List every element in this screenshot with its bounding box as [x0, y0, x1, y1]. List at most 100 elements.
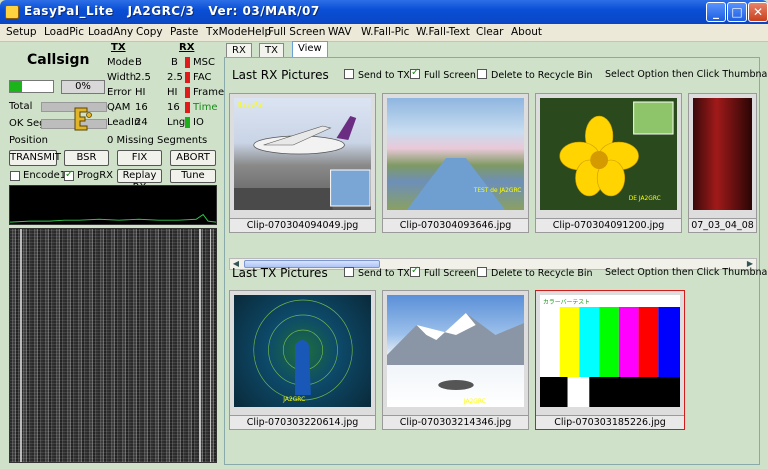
svg-text:TEST de JA2GRC: TEST de JA2GRC: [473, 187, 522, 194]
flower-thumbnail-image: DE JA2GRC: [540, 98, 677, 210]
rx-header: RX: [179, 42, 195, 53]
menu-txmodehelp[interactable]: TxModeHelp: [206, 26, 271, 38]
tx-thumbnail-selected[interactable]: カラーバーテスト Clip-070303185226.jpg: [535, 290, 685, 430]
tx-delete-checkbox[interactable]: [477, 267, 487, 277]
rx-thumbnail[interactable]: 07_03_04_08: [688, 93, 757, 233]
menu-full-screen[interactable]: Full Screen: [268, 26, 325, 38]
rx-send-to-tx-checkbox[interactable]: [344, 69, 354, 79]
left-panel: Callsign 0% Total OK Segs Position 0 Mis…: [4, 42, 225, 466]
maximize-button[interactable]: □: [727, 2, 747, 22]
row-tx-value: B: [135, 57, 142, 68]
svg-text:JA2GRC: JA2GRC: [282, 396, 305, 403]
bsr-button[interactable]: BSR: [64, 150, 109, 166]
tx-send-to-tx-option[interactable]: Send to TX: [344, 267, 410, 279]
row-status: Time: [193, 102, 218, 113]
rx-full-screen-checkbox[interactable]: [410, 67, 420, 79]
row-status: Frame: [193, 87, 225, 98]
mountain-icon: JA2GRC: [387, 313, 524, 405]
menu-about[interactable]: About: [511, 26, 542, 38]
tx-full-screen-checkbox[interactable]: [410, 265, 420, 277]
option-label: Delete to Recycle Bin: [491, 70, 593, 81]
peacock-icon: JA2GRC: [253, 299, 353, 403]
menu-loadpic[interactable]: LoadPic: [44, 26, 84, 38]
thumbnail-caption: 07_03_04_08: [689, 218, 756, 232]
waterfall-marker: [20, 229, 22, 462]
fix-button[interactable]: FIX: [117, 150, 162, 166]
mountain-thumbnail-image: JA2GRC: [387, 295, 524, 407]
thumbnail-caption: Clip-070304094049.jpg: [230, 218, 375, 232]
rx-delete-checkbox[interactable]: [477, 69, 487, 79]
minimize-button[interactable]: _: [706, 2, 726, 22]
io-indicator: [185, 117, 190, 128]
menu-wfall-text[interactable]: W.Fall-Text: [416, 26, 470, 38]
option-label: Full Screen: [424, 268, 476, 279]
option-label: Send to TX: [358, 70, 410, 81]
app-icon: [5, 5, 19, 19]
menu-wav[interactable]: WAV: [328, 26, 352, 38]
easypal-logo-icon: [74, 107, 92, 131]
minimize-icon: _: [713, 5, 719, 19]
rx-thumbnail[interactable]: TEST de JA2GRC Clip-070304093646.jpg: [382, 93, 529, 233]
row-name: QAM: [107, 102, 131, 113]
tab-tx[interactable]: TX: [259, 43, 284, 58]
tx-section-title: Last TX Pictures: [232, 266, 328, 280]
partial-thumbnail-image: [693, 98, 752, 210]
rx-full-screen-option[interactable]: Full Screen: [410, 67, 476, 81]
thumbnail-caption: Clip-070303214346.jpg: [383, 415, 528, 429]
row-rx-value: 2.5: [167, 72, 183, 83]
svg-text:カラーバーテスト: カラーバーテスト: [543, 299, 590, 306]
tx-header: TX: [111, 42, 126, 53]
thumbnail-caption: Clip-070304093646.jpg: [383, 218, 528, 232]
rx-thumbnail[interactable]: DE JA2GRC Clip-070304091200.jpg: [535, 93, 682, 233]
menu-paste[interactable]: Paste: [170, 26, 198, 38]
rx-send-to-tx-option[interactable]: Send to TX: [344, 69, 410, 81]
option-label: Delete to Recycle Bin: [491, 268, 593, 279]
progrx-checkbox[interactable]: [64, 169, 74, 181]
tab-rx[interactable]: RX: [226, 43, 252, 58]
rx-section-title: Last RX Pictures: [232, 68, 329, 82]
tune-button[interactable]: Tune: [170, 169, 216, 183]
tab-view[interactable]: View: [292, 41, 328, 58]
encode-checkbox[interactable]: [10, 171, 20, 181]
maximize-icon: □: [731, 5, 743, 19]
transmit-button[interactable]: TRANSMIT: [9, 150, 61, 166]
row-status: FAC: [193, 72, 212, 83]
row-rx-value: Lng: [167, 117, 186, 128]
svg-text:JA2GRC: JA2GRC: [463, 398, 486, 405]
rx-thumbnail[interactable]: EasyPal Clip-070304094049.jpg: [229, 93, 376, 233]
menu-loadany[interactable]: LoadAny: [88, 26, 133, 38]
tx-thumbnail[interactable]: JA2GRC Clip-070303220614.jpg: [229, 290, 376, 430]
view-pane: Last RX Pictures Send to TX Full Screen …: [224, 57, 768, 465]
abort-button[interactable]: ABORT: [170, 150, 216, 166]
row-tx-value: 2.5: [135, 72, 151, 83]
svg-text:EasyPal: EasyPal: [238, 101, 264, 109]
river-thumbnail-image: TEST de JA2GRC: [387, 98, 524, 210]
spectrum-display: [9, 185, 217, 225]
total-label: Total: [9, 101, 33, 112]
progress-bar: [9, 80, 54, 93]
menu-bar: Setup LoadPic LoadAny Copy Paste TxModeH…: [0, 24, 768, 42]
thumbnail-caption: Clip-070303220614.jpg: [230, 415, 375, 429]
row-rx-value: 16: [167, 102, 180, 113]
menu-setup[interactable]: Setup: [6, 26, 37, 38]
option-label: Send to TX: [358, 268, 410, 279]
color-bars-thumbnail-image: カラーバーテスト: [540, 295, 680, 407]
row-tx-value: 16: [135, 102, 148, 113]
menu-wfall-pic[interactable]: W.Fall-Pic: [361, 26, 409, 38]
tx-delete-option[interactable]: Delete to Recycle Bin: [477, 267, 593, 279]
time-indicator: [185, 102, 190, 113]
airplane-icon: EasyPal: [234, 101, 371, 210]
tx-thumbnail[interactable]: JA2GRC Clip-070303214346.jpg: [382, 290, 529, 430]
close-button[interactable]: ✕: [748, 2, 768, 22]
callsign-label: Callsign: [27, 52, 90, 68]
row-status: MSC: [193, 57, 215, 68]
tx-send-to-tx-checkbox[interactable]: [344, 267, 354, 277]
waterfall-marker: [199, 229, 201, 462]
replay-rx-button[interactable]: Replay RX: [117, 169, 162, 193]
tx-full-screen-option[interactable]: Full Screen: [410, 265, 476, 279]
row-name: Width: [107, 72, 137, 83]
menu-copy[interactable]: Copy: [136, 26, 163, 38]
rx-delete-option[interactable]: Delete to Recycle Bin: [477, 69, 593, 81]
menu-clear[interactable]: Clear: [476, 26, 503, 38]
encode-label: Encode1: [23, 170, 67, 181]
